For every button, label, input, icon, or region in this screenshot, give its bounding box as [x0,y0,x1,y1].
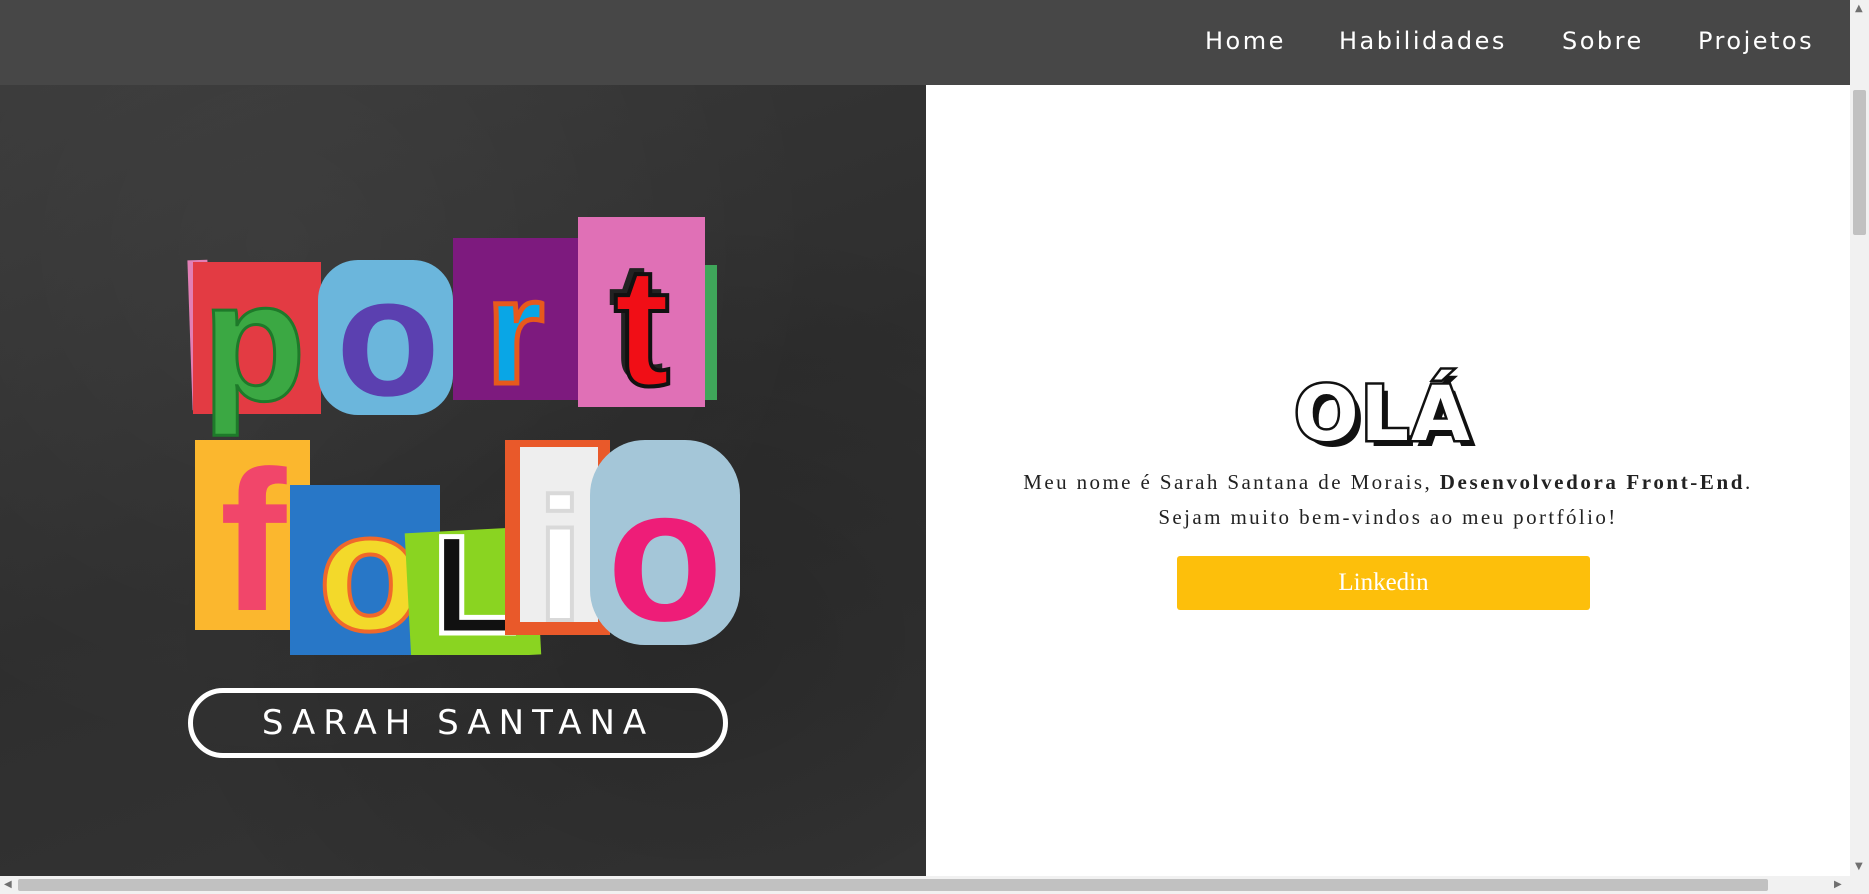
portfolio-logo: p o r t t f o L i o [187,217,740,655]
intro-line-2: Sejam muito bem-vindos ao meu portfólio! [1158,505,1618,529]
nav-habilidades-link[interactable]: Habilidades [1339,0,1507,85]
nav-sobre-link[interactable]: Sobre [1562,0,1644,85]
linkedin-button[interactable]: Linkedin [1177,556,1590,610]
svg-text:L: L [432,506,518,655]
greeting-heading: OLÁ OLÁ [1292,367,1476,457]
arrow-left-icon[interactable]: ◀ [4,876,12,894]
svg-text:o: o [336,242,440,432]
intro-line-1-suffix: . [1745,470,1753,494]
horizontal-scroll-thumb[interactable] [18,879,1768,891]
top-nav: Home Habilidades Sobre Projetos [0,0,1850,85]
svg-text:f: f [220,430,287,653]
svg-text:r: r [486,247,544,415]
intro-role: Desenvolvedora Front-End [1439,470,1746,494]
vertical-scrollbar[interactable]: ▲ ▼ [1850,0,1869,876]
svg-text:i: i [536,463,585,655]
svg-text:OLÁ: OLÁ [1294,369,1472,456]
vertical-scroll-thumb[interactable] [1853,90,1866,235]
name-badge: SARAH SANTANA [188,688,728,758]
hero-panel: p o r t t f o L i o SARAH SANTANA [0,85,926,876]
svg-text:t: t [614,232,671,422]
svg-text:o: o [318,477,422,655]
arrow-up-icon[interactable]: ▲ [1855,0,1863,18]
intro-line-1-prefix: Meu nome é Sarah Santana de Morais, [1023,470,1440,494]
arrow-right-icon[interactable]: ▶ [1834,876,1842,894]
svg-text:p: p [202,247,306,437]
nav-home-link[interactable]: Home [1205,0,1286,85]
intro-line-1: Meu nome é Sarah Santana de Morais, Dese… [926,470,1850,495]
horizontal-scrollbar[interactable]: ◀ ▶ [0,876,1869,894]
arrow-down-icon[interactable]: ▼ [1855,858,1863,876]
svg-text:o: o [607,449,723,655]
nav-projetos-link[interactable]: Projetos [1698,0,1814,85]
